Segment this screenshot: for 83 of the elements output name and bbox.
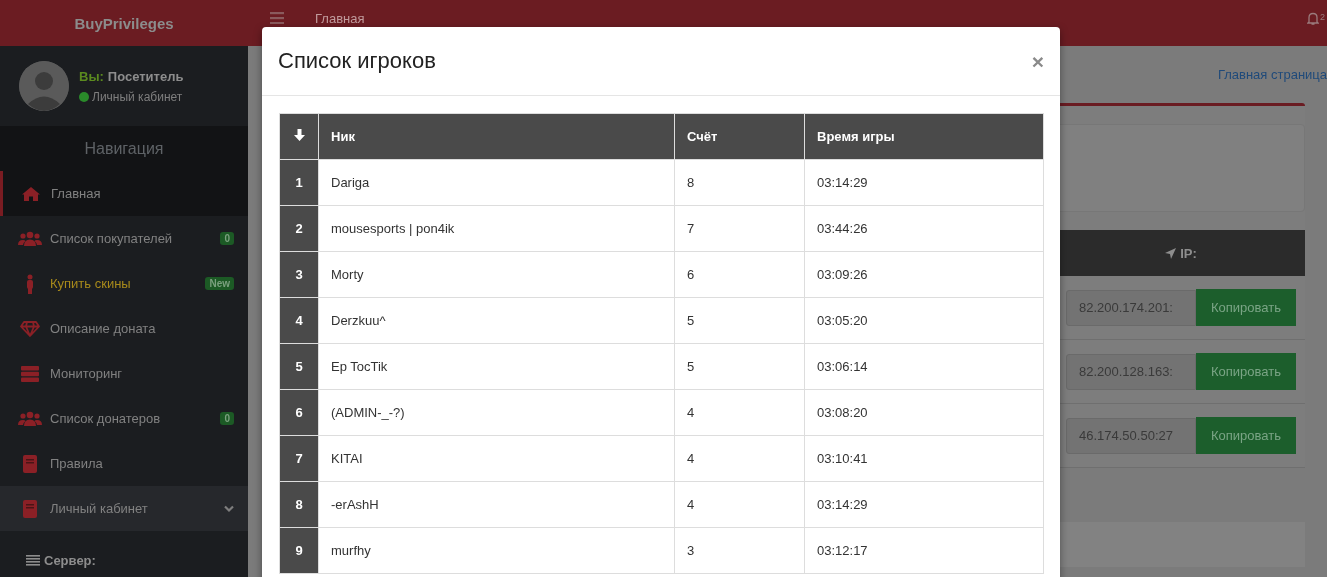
nick-cell: Morty: [318, 251, 675, 298]
sidebar-item[interactable]: Правила: [0, 441, 248, 486]
sidebar-item[interactable]: Описание доната: [0, 306, 248, 351]
time-cell: 03:44:26: [804, 205, 1044, 252]
time-cell: 03:06:14: [804, 343, 1044, 390]
sidebar-item[interactable]: Список донатеров 0: [0, 396, 248, 441]
copy-button[interactable]: Копировать: [1196, 353, 1296, 390]
nick-cell: murfhy: [318, 527, 675, 574]
column-header[interactable]: Счёт: [674, 113, 805, 160]
users-icon: [18, 410, 42, 427]
address-field[interactable]: 82.200.128.163:: [1066, 353, 1196, 390]
score-cell: 5: [674, 343, 805, 390]
nick-cell: Dariga: [318, 159, 675, 206]
nick-cell: -erAshH: [318, 481, 675, 528]
sidebar-item[interactable]: Мониторинг: [0, 351, 248, 396]
server-icon: [21, 365, 39, 382]
score-cell: 4: [674, 389, 805, 436]
menu-icon[interactable]: [270, 12, 284, 24]
nick-cell: mousesports | pon4ik: [318, 205, 675, 252]
nav-heading: Навигация: [84, 139, 164, 158]
submenu-heading: Сервер:: [44, 553, 96, 568]
rank-cell: 1: [279, 159, 319, 206]
copy-button[interactable]: Копировать: [1196, 417, 1296, 454]
user-label: Вы:: [79, 68, 104, 84]
score-cell: 4: [674, 435, 805, 482]
nick-cell: (ADMIN-_-?): [318, 389, 675, 436]
bell-icon[interactable]: [1307, 12, 1319, 25]
sidebar-item[interactable]: Главная: [0, 171, 248, 216]
rank-cell: 7: [279, 435, 319, 482]
time-cell: 03:10:41: [804, 435, 1044, 482]
diamond-icon: [20, 320, 40, 337]
nick-cell: KITAI: [318, 435, 675, 482]
avatar-icon: [19, 61, 69, 111]
sidebar-item[interactable]: Список покупателей 0: [0, 216, 248, 261]
book-icon: [23, 454, 37, 473]
time-cell: 03:12:17: [804, 527, 1044, 574]
house-icon: [21, 185, 41, 202]
time-cell: 03:14:29: [804, 159, 1044, 206]
breadcrumb: Главная: [315, 12, 366, 26]
rank-cell: 6: [279, 389, 319, 436]
copy-button[interactable]: Копировать: [1196, 289, 1296, 326]
column-label: IP:: [1180, 245, 1197, 261]
rank-cell: 2: [279, 205, 319, 252]
list-icon: [26, 555, 40, 566]
rank-cell: 9: [279, 527, 319, 574]
count-badge: 0: [220, 232, 234, 245]
rank-cell: 3: [279, 251, 319, 298]
brand-title: BuyPrivileges: [74, 14, 174, 32]
status-link[interactable]: Личный кабинет: [92, 89, 183, 104]
location-arrow-icon: [1165, 247, 1177, 259]
score-cell: 3: [674, 527, 805, 574]
count-badge: 0: [220, 412, 234, 425]
score-cell: 5: [674, 297, 805, 344]
time-cell: 03:05:20: [804, 297, 1044, 344]
close-button[interactable]: ×: [1031, 50, 1044, 72]
column-header[interactable]: Ник: [318, 113, 675, 160]
address-field[interactable]: 46.174.50.50:27: [1066, 417, 1196, 454]
rank-cell: 4: [279, 297, 319, 344]
sort-header[interactable]: [279, 113, 319, 160]
user-name: Посетитель: [107, 68, 184, 84]
person-icon: [25, 273, 35, 294]
time-cell: 03:14:29: [804, 481, 1044, 528]
address-field[interactable]: 82.200.174.201:: [1066, 289, 1196, 326]
down-arrow-icon: [293, 129, 305, 141]
column-header[interactable]: Время игры: [804, 113, 1044, 160]
users-icon: [18, 230, 42, 247]
book-icon: [23, 499, 37, 518]
time-cell: 03:09:26: [804, 251, 1044, 298]
notification-count: 2: [1320, 12, 1325, 22]
sidebar-item[interactable]: Купить скины New: [0, 261, 248, 306]
modal-title: Список игроков: [278, 48, 436, 74]
rank-cell: 8: [279, 481, 319, 528]
nick-cell: Derzkuu^: [318, 297, 675, 344]
count-badge: New: [205, 277, 234, 290]
score-cell: 7: [674, 205, 805, 252]
chevron-icon: [224, 504, 234, 513]
score-cell: 6: [674, 251, 805, 298]
nick-cell: Ep TocTik: [318, 343, 675, 390]
time-cell: 03:08:20: [804, 389, 1044, 436]
score-cell: 8: [674, 159, 805, 206]
score-cell: 4: [674, 481, 805, 528]
sidebar-item[interactable]: Личный кабинет: [0, 486, 248, 531]
rank-cell: 5: [279, 343, 319, 390]
